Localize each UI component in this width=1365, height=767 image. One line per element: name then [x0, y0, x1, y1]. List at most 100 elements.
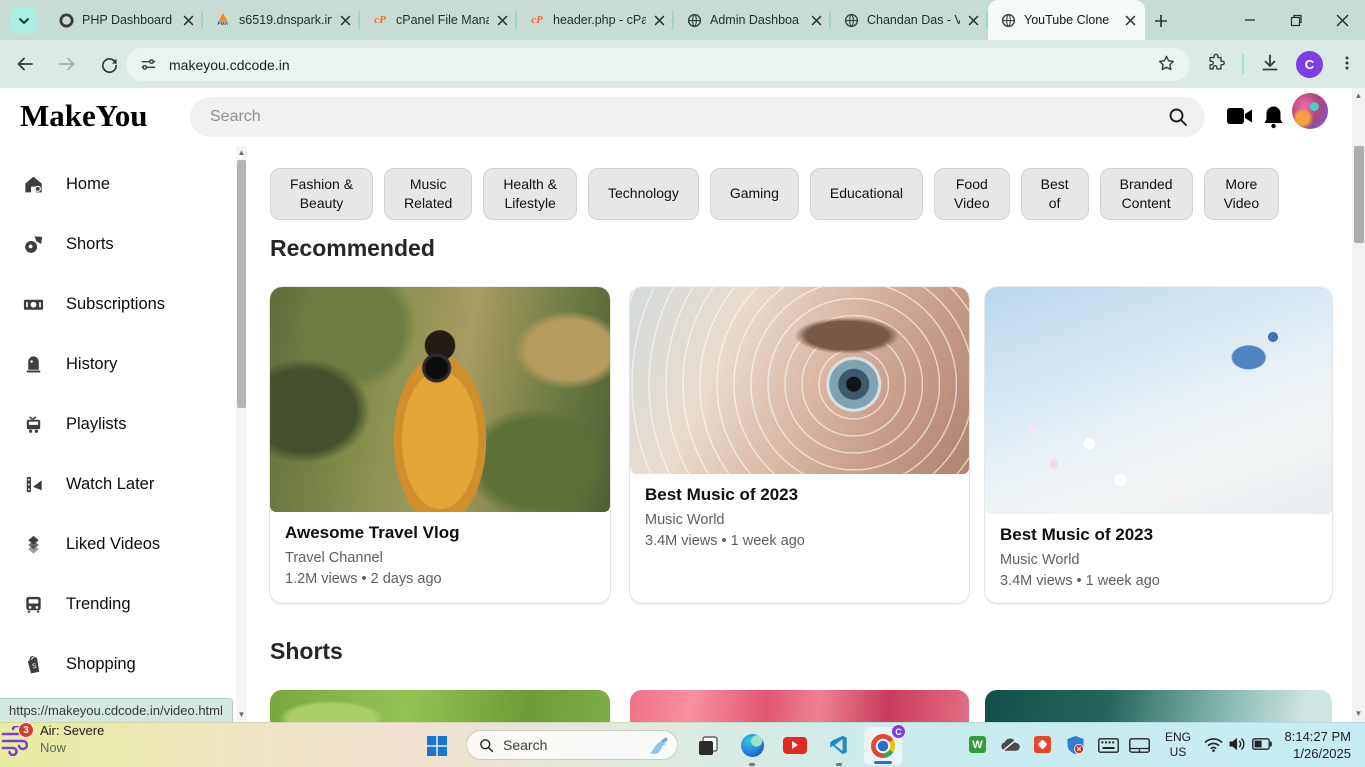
sidebar-item-watch-later[interactable]: Watch Later	[0, 454, 236, 514]
chip-branded-content[interactable]: Branded Content	[1100, 168, 1193, 220]
sidebar-scrollbar-thumb[interactable]	[237, 160, 246, 408]
downloads-button[interactable]	[1260, 53, 1280, 76]
browser-menu-button[interactable]	[1339, 55, 1355, 74]
touch-keyboard-tray-icon[interactable]	[1098, 738, 1119, 753]
video-channel[interactable]: Music World	[645, 512, 954, 528]
edge-taskbar-button[interactable]	[740, 733, 764, 757]
chip-best-of[interactable]: Best of	[1021, 168, 1089, 220]
chip-gaming[interactable]: Gaming	[710, 168, 799, 220]
video-card[interactable]: Awesome Travel Vlog Travel Channel 1.2M …	[270, 287, 610, 603]
touchpad-tray-icon[interactable]	[1129, 738, 1150, 753]
video-title[interactable]: Best Music of 2023	[1000, 525, 1317, 545]
video-card[interactable]: Best Music of 2023 Music World 3.4M view…	[630, 287, 969, 603]
window-restore-button[interactable]	[1273, 0, 1319, 40]
tab-close-icon[interactable]	[179, 11, 197, 29]
sidebar-item-history[interactable]: History	[0, 334, 236, 394]
tab-close-icon[interactable]	[807, 11, 825, 29]
video-title[interactable]: Awesome Travel Vlog	[285, 523, 595, 543]
video-thumbnail[interactable]	[630, 287, 969, 474]
bookmark-star-button[interactable]	[1157, 54, 1176, 76]
tab-youtube-clone-active[interactable]: YouTube Clone	[988, 0, 1145, 40]
address-bar[interactable]: makeyou.cdcode.in	[126, 48, 1190, 81]
tab-close-icon[interactable]	[1121, 11, 1139, 29]
window-minimize-button[interactable]	[1227, 0, 1273, 40]
search-icon[interactable]	[1167, 106, 1189, 133]
security-tray-icon[interactable]	[1066, 735, 1085, 755]
tab-close-icon[interactable]	[493, 11, 511, 29]
taskbar-search-box[interactable]	[466, 730, 678, 760]
video-card[interactable]: Best Music of 2023 Music World 3.4M view…	[985, 287, 1332, 603]
wampserver-tray-icon[interactable]: W	[969, 736, 986, 753]
page-scrollbar[interactable]: ▲ ▼	[1352, 88, 1365, 722]
scroll-up-arrow[interactable]: ▲	[1352, 91, 1365, 101]
profile-avatar[interactable]	[1292, 93, 1328, 129]
language-indicator[interactable]: ENG US	[1160, 730, 1196, 760]
chip-educational[interactable]: Educational	[810, 168, 923, 220]
tab-header-php[interactable]: cP header.php - cPa	[517, 0, 674, 40]
start-button[interactable]	[425, 734, 449, 758]
chip-technology[interactable]: Technology	[588, 168, 699, 220]
sidebar-item-playlists[interactable]: Playlists	[0, 394, 236, 454]
chip-more-video[interactable]: More Video	[1204, 168, 1280, 220]
video-thumbnail[interactable]	[270, 287, 610, 512]
site-search-bar[interactable]	[190, 97, 1205, 137]
url-text[interactable]: makeyou.cdcode.in	[169, 57, 1157, 73]
clock-date-display[interactable]: 8:14:27 PM 1/26/2025	[1285, 728, 1352, 762]
tab-search-button[interactable]	[10, 7, 37, 34]
bing-daily-image-icon[interactable]	[645, 734, 671, 756]
volume-tray-icon[interactable]	[1228, 736, 1246, 752]
upload-video-button[interactable]	[1226, 104, 1253, 133]
tab-php-dashboard[interactable]: PHP Dashboard	[46, 0, 203, 40]
sidebar-item-shopping[interactable]: S Shopping	[0, 634, 236, 694]
short-thumbnail[interactable]	[270, 690, 610, 722]
touchpad-icon	[1129, 738, 1150, 753]
task-view-button[interactable]	[697, 735, 719, 757]
tab-phpmyadmin[interactable]: PMA s6519.dnspark.in	[203, 0, 360, 40]
window-close-button[interactable]	[1319, 0, 1365, 40]
sidebar-item-liked-videos[interactable]: Liked Videos	[0, 514, 236, 574]
tab-admin-dashboard[interactable]: Admin Dashboa	[674, 0, 831, 40]
chip-fashion-beauty[interactable]: Fashion & Beauty	[270, 168, 373, 220]
short-thumbnail[interactable]	[985, 690, 1332, 722]
red-diamond-tray-icon[interactable]	[1034, 736, 1051, 753]
tab-close-icon[interactable]	[650, 11, 668, 29]
sidebar-item-trending[interactable]: Trending	[0, 574, 236, 634]
sidebar-scrollbar[interactable]: ▲ ▼	[236, 146, 247, 722]
page-scrollbar-thumb[interactable]	[1354, 146, 1364, 243]
video-channel[interactable]: Music World	[1000, 552, 1317, 568]
new-tab-button[interactable]	[1148, 8, 1174, 34]
video-channel[interactable]: Travel Channel	[285, 550, 595, 566]
chrome-taskbar-button-active[interactable]: C	[864, 727, 902, 765]
wifi-tray-icon[interactable]	[1204, 737, 1223, 752]
extensions-button[interactable]	[1206, 53, 1226, 76]
chip-health-lifestyle[interactable]: Health & Lifestyle	[483, 168, 577, 220]
taskbar-search-input[interactable]	[503, 737, 645, 753]
battery-tray-icon[interactable]	[1252, 738, 1272, 750]
browser-profile-avatar[interactable]: C	[1296, 51, 1323, 78]
chip-music-related[interactable]: Music Related	[384, 168, 472, 220]
onedrive-tray-icon[interactable]	[1000, 737, 1021, 752]
short-thumbnail[interactable]	[630, 690, 969, 722]
sidebar-item-shorts[interactable]: Shorts	[0, 214, 236, 274]
site-search-input[interactable]	[190, 97, 1205, 137]
site-logo[interactable]: MakeYou	[20, 98, 147, 134]
reload-button[interactable]	[92, 47, 126, 81]
scroll-down-arrow[interactable]: ▼	[1352, 709, 1365, 719]
sidebar-item-subscriptions[interactable]: Subscriptions	[0, 274, 236, 334]
notifications-button[interactable]	[1262, 104, 1285, 134]
site-info-icon[interactable]	[140, 56, 157, 73]
sidebar-item-home[interactable]: Home	[0, 154, 236, 214]
youtube-taskbar-button[interactable]	[782, 736, 807, 754]
back-button[interactable]	[8, 47, 42, 81]
video-title[interactable]: Best Music of 2023	[645, 485, 954, 505]
vscode-taskbar-button[interactable]	[826, 733, 850, 757]
tab-chandan-das[interactable]: Chandan Das - V	[831, 0, 988, 40]
tab-close-icon[interactable]	[336, 11, 354, 29]
video-thumbnail[interactable]	[985, 287, 1332, 514]
chip-food-video[interactable]: Food Video	[934, 168, 1010, 220]
forward-button[interactable]	[50, 47, 84, 81]
scroll-up-arrow[interactable]: ▲	[236, 148, 247, 158]
scroll-down-arrow[interactable]: ▼	[236, 710, 247, 720]
tab-close-icon[interactable]	[964, 11, 982, 29]
tab-cpanel-file-manager[interactable]: cP cPanel File Mana	[360, 0, 517, 40]
